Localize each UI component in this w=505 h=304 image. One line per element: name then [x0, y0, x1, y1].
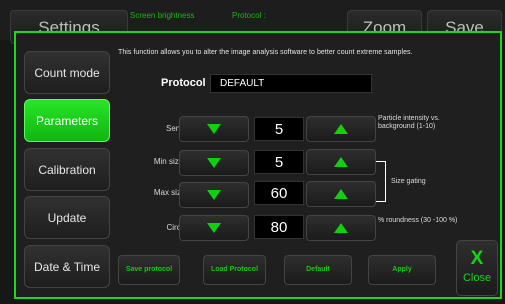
protocol-label: Protocol	[161, 77, 206, 89]
sensitivity-decrease-button[interactable]	[179, 116, 249, 142]
close-label: Close	[462, 272, 492, 284]
triangle-up-icon	[334, 157, 348, 167]
circularity-note: % roundness (30 -100 %)	[378, 217, 458, 224]
default-button[interactable]: Default	[284, 255, 352, 285]
sidebar-item-calibration[interactable]: Calibration	[24, 148, 110, 191]
save-protocol-button[interactable]: Save protocol	[118, 255, 180, 285]
sidebar-item-update[interactable]: Update	[24, 196, 110, 239]
sidebar-item-parameters[interactable]: Parameters	[24, 99, 110, 142]
triangle-down-icon	[207, 190, 221, 200]
triangle-down-icon	[207, 124, 221, 134]
circularity-increase-button[interactable]	[306, 215, 376, 241]
protocol-field[interactable]: DEFAULT	[210, 74, 372, 93]
min-size-decrease-button[interactable]	[179, 150, 249, 176]
apply-button[interactable]: Apply	[368, 255, 436, 285]
max-size-value: 60	[254, 181, 304, 205]
sensitivity-increase-button[interactable]	[306, 116, 376, 142]
sidebar-item-count-mode[interactable]: Count mode	[24, 51, 110, 94]
sidebar-item-date-time[interactable]: Date & Time	[24, 245, 110, 288]
triangle-up-icon	[334, 124, 348, 134]
sensitivity-value: 5	[254, 117, 304, 141]
circularity-value: 80	[254, 215, 304, 239]
sensitivity-note: Particle intensity vs. background (1-10)	[378, 115, 440, 130]
max-size-decrease-button[interactable]	[179, 182, 249, 208]
size-gating-bracket	[376, 161, 386, 202]
min-size-increase-button[interactable]	[306, 149, 376, 175]
circularity-decrease-button[interactable]	[179, 215, 249, 241]
triangle-down-icon	[207, 223, 221, 233]
load-protocol-button[interactable]: Load Protocol	[203, 255, 266, 285]
description-text: This function allows you to alter the im…	[118, 49, 413, 56]
protocol-status-label: Protocol :	[232, 11, 266, 20]
triangle-down-icon	[207, 158, 221, 168]
screen-brightness-label: Screen brightness	[130, 11, 195, 20]
min-size-value: 5	[254, 150, 304, 174]
triangle-up-icon	[334, 223, 348, 233]
triangle-up-icon	[334, 189, 348, 199]
size-gating-label: Size gating	[391, 178, 426, 185]
max-size-increase-button[interactable]	[306, 181, 376, 207]
close-icon: X	[470, 248, 484, 269]
close-button[interactable]: X Close	[456, 240, 498, 296]
parameters-dialog: Count mode Parameters Calibration Update…	[14, 31, 502, 299]
